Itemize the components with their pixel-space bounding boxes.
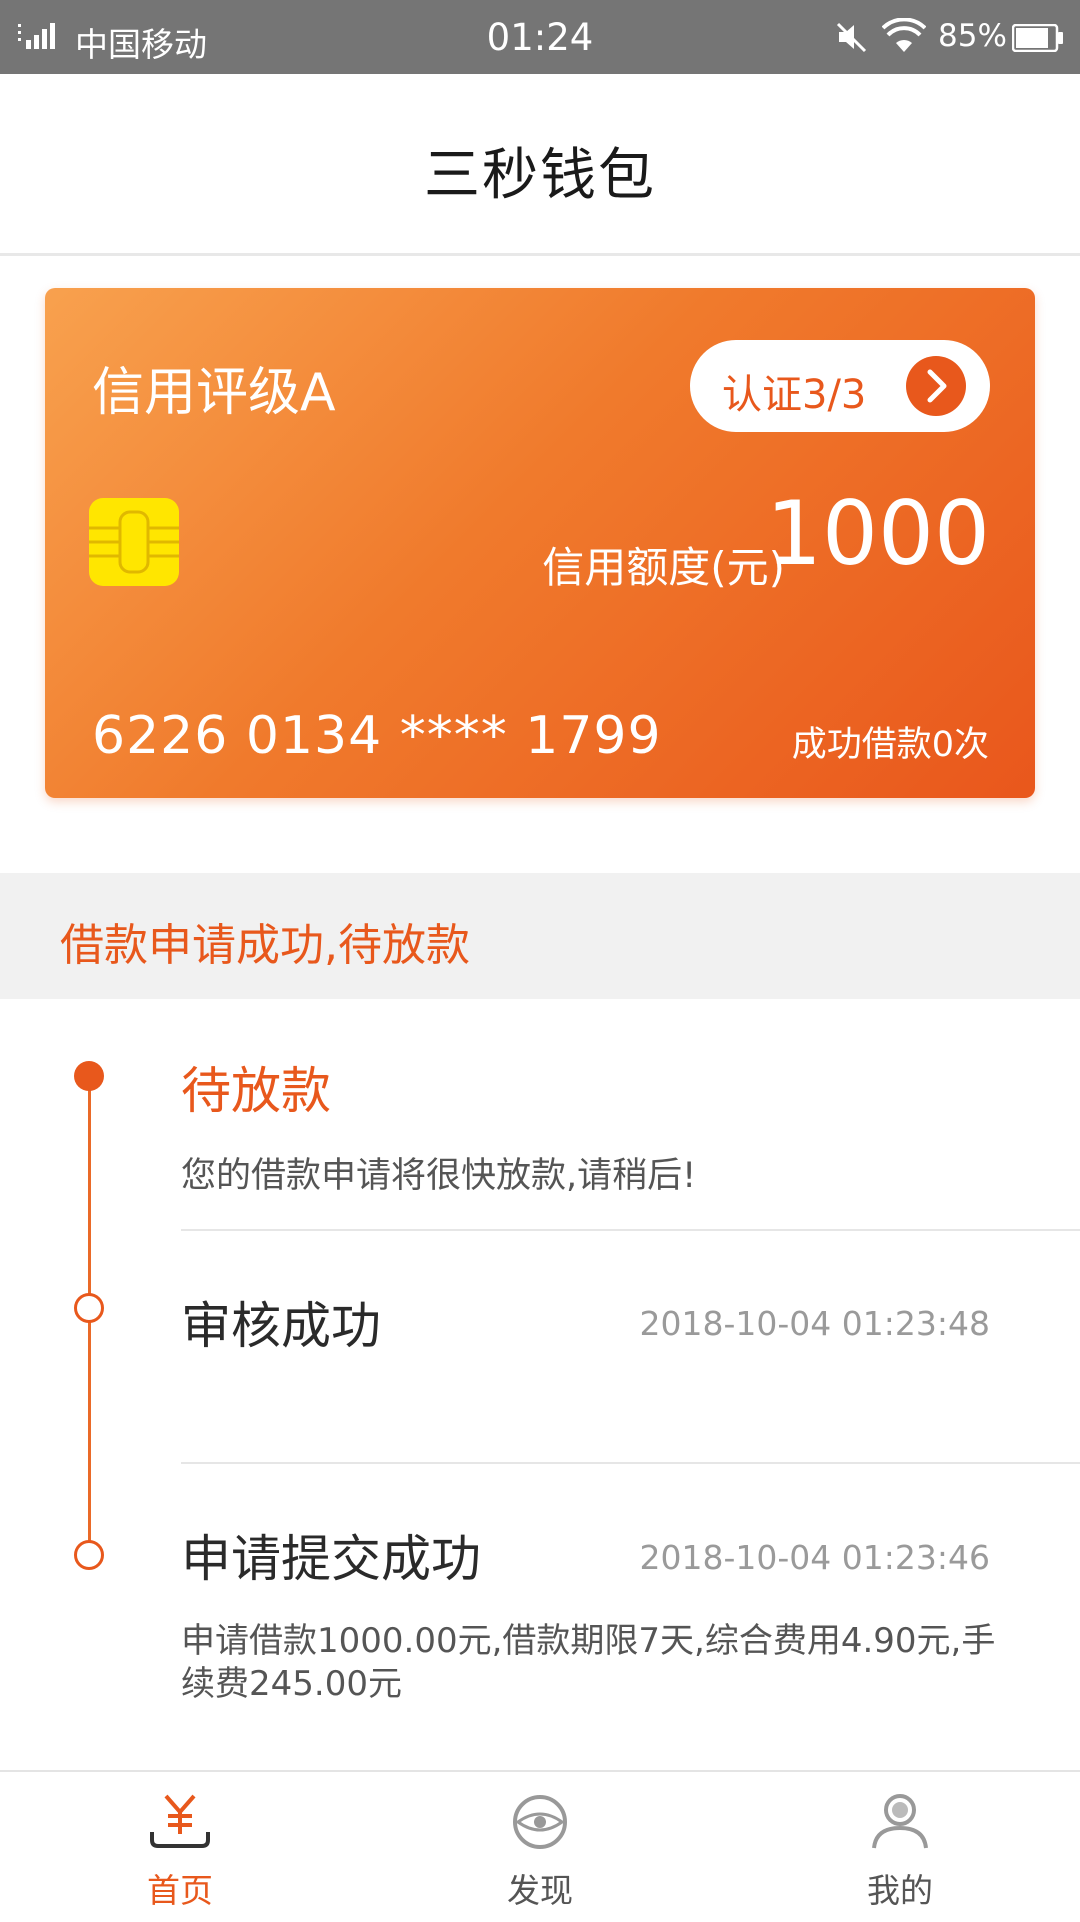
timeline-step-title: 申请提交成功: [181, 1530, 481, 1588]
timeline-divider: [181, 1462, 1080, 1464]
nav-label: 首页: [147, 1871, 213, 1910]
loan-status-text: 借款申请成功,待放款: [60, 920, 470, 971]
user-icon: [872, 1794, 928, 1849]
timeline-step-time: 2018-10-04 01:23:46: [639, 1538, 990, 1577]
nav-item-discover[interactable]: 发现: [360, 1772, 720, 1922]
auth-progress-button[interactable]: 认证3/3: [690, 340, 990, 432]
card-chip-icon: [89, 498, 179, 586]
timeline-step-title: 待放款: [181, 1062, 331, 1120]
credit-card: 信用评级A 认证3/3 信用额度(元) 1000 6226 0134 **** …: [45, 288, 1035, 798]
wifi-icon: [882, 18, 926, 52]
timeline-dot-active: [74, 1061, 104, 1091]
credit-rating: 信用评级A: [92, 363, 336, 423]
credit-limit-value: 1000: [766, 482, 990, 585]
bottom-nav: 首页 发现 我的: [0, 1770, 1080, 1920]
nav-item-home[interactable]: 首页: [0, 1772, 360, 1922]
page-title: 三秒钱包: [424, 143, 656, 208]
timeline-dot: [74, 1293, 104, 1323]
card-number: 6226 0134 **** 1799: [92, 706, 662, 766]
timeline-step-desc: 续费245.00元: [181, 1664, 402, 1704]
status-bar: 中国移动 01:24 85%: [0, 0, 1080, 74]
nav-label: 发现: [507, 1871, 573, 1910]
loan-status-banner: 借款申请成功,待放款: [0, 873, 1080, 999]
timeline-step-desc: 申请借款1000.00元,借款期限7天,综合费用4.90元,手: [181, 1621, 996, 1661]
yuan-icon: [150, 1794, 210, 1848]
battery-icon: [1012, 24, 1063, 52]
title-bar: 三秒钱包: [0, 74, 1080, 256]
credit-limit-label: 信用额度(元): [542, 543, 785, 592]
timeline-divider: [181, 1229, 1080, 1231]
nav-label: 我的: [867, 1871, 933, 1910]
timeline-step-desc: 您的借款申请将很快放款,请稍后!: [181, 1156, 697, 1196]
chevron-right-icon: [906, 356, 966, 416]
battery-percent: 85%: [938, 18, 1007, 54]
auth-progress-label: 认证3/3: [722, 372, 867, 418]
nav-item-mine[interactable]: 我的: [720, 1772, 1080, 1922]
timeline-step-title: 审核成功: [181, 1297, 381, 1355]
mute-icon: [836, 22, 867, 53]
loan-timeline: 待放款 您的借款申请将很快放款,请稍后! 审核成功 2018-10-04 01:…: [0, 999, 1080, 1769]
timeline-dot: [74, 1540, 104, 1570]
loan-count: 成功借款0次: [791, 725, 989, 765]
timeline-step-time: 2018-10-04 01:23:48: [639, 1304, 990, 1343]
eye-icon: [513, 1795, 567, 1849]
